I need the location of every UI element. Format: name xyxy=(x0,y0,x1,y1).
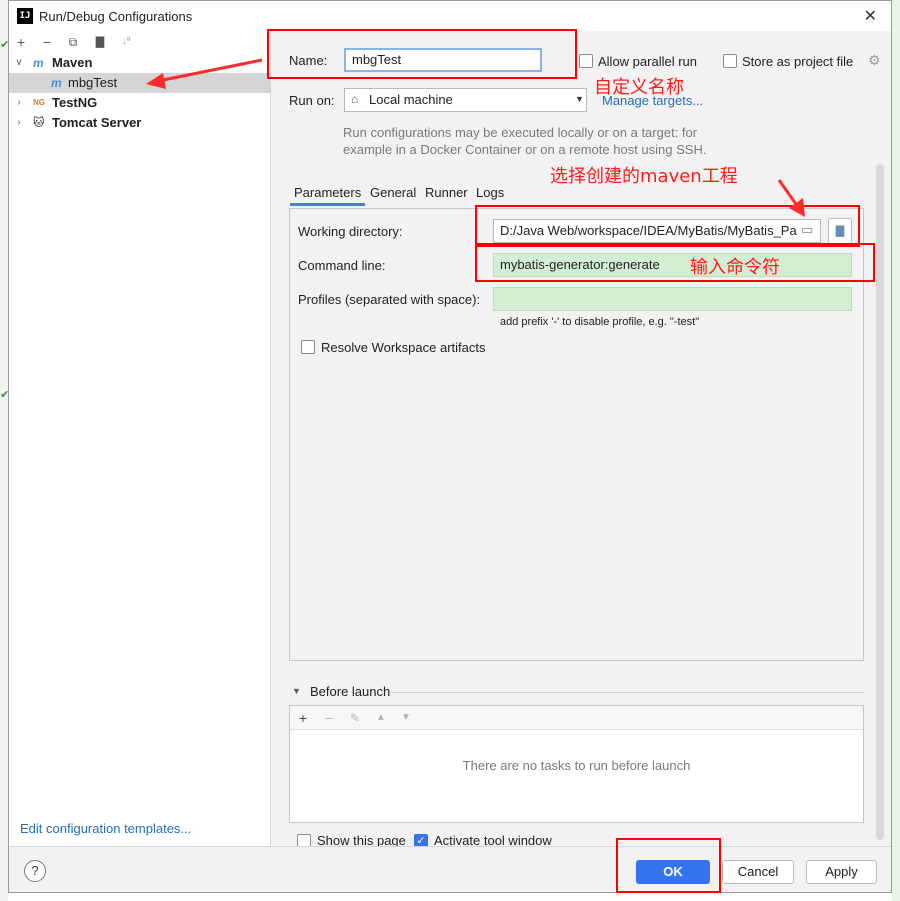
tree-item-mbgtest[interactable]: m mbgTest xyxy=(9,73,271,93)
tree-item-label: Tomcat Server xyxy=(52,115,142,130)
tab-runner[interactable]: Runner xyxy=(425,185,468,200)
window-title: Run/Debug Configurations xyxy=(39,9,193,24)
scrollbar[interactable] xyxy=(876,164,884,840)
background-right-strip xyxy=(892,0,900,901)
title-bar: IJ Run/Debug Configurations ✕ xyxy=(9,1,891,31)
add-icon[interactable]: + xyxy=(12,33,30,51)
tab-general[interactable]: General xyxy=(370,185,416,200)
gear-icon[interactable]: ⚙ xyxy=(868,52,881,69)
run-on-value: Local machine xyxy=(369,92,453,107)
tree-item-label: TestNG xyxy=(52,95,98,110)
tree-item-label: Maven xyxy=(52,55,93,70)
tree-toolbar: + − ⧉ ▇ ↓ª xyxy=(9,31,271,53)
run-on-hint: example in a Docker Container or on a re… xyxy=(343,142,707,157)
chevron-right-icon[interactable]: › xyxy=(13,113,25,133)
resolve-workspace-checkbox[interactable] xyxy=(301,340,315,354)
tree-item-testng[interactable]: › NG TestNG xyxy=(9,93,271,113)
store-project-label: Store as project file xyxy=(742,54,854,69)
tab-logs[interactable]: Logs xyxy=(476,185,504,200)
chevron-down-icon[interactable]: ∨ xyxy=(13,53,25,73)
chevron-down-icon[interactable]: ▼ xyxy=(292,686,301,696)
before-launch-title: Before launch xyxy=(310,684,391,699)
before-launch-toolbar: + − ✎ ▲ ▼ xyxy=(290,706,863,730)
before-launch-divider xyxy=(390,692,864,693)
annotation-ok-box xyxy=(616,838,721,893)
annotation-workdir-box xyxy=(475,205,860,247)
annotation-custom-name: 自定义名称 xyxy=(594,77,684,98)
maven-icon: m xyxy=(33,56,44,70)
configurations-tree-panel: + − ⧉ ▇ ↓ª ∨ m Maven m mbgTest › NG Test… xyxy=(9,31,271,846)
command-line-label: Command line: xyxy=(298,258,386,273)
tree-item-label: mbgTest xyxy=(68,75,118,90)
background-check-icon: ✔ xyxy=(0,389,10,401)
apply-button[interactable]: Apply xyxy=(806,860,877,884)
remove-icon[interactable]: − xyxy=(319,708,339,728)
tree-item-tomcat[interactable]: › 🐱 Tomcat Server xyxy=(9,113,271,133)
store-project-checkbox[interactable] xyxy=(723,54,737,68)
allow-parallel-label: Allow parallel run xyxy=(598,54,697,69)
cancel-button[interactable]: Cancel xyxy=(722,860,794,884)
allow-parallel-checkbox[interactable] xyxy=(579,54,593,68)
annotation-select-project: 选择创建的maven工程 xyxy=(550,166,738,187)
maven-icon: m xyxy=(51,76,62,90)
intellij-app-icon: IJ xyxy=(17,8,33,24)
profiles-hint: add prefix '-' to disable profile, e.g. … xyxy=(500,316,700,328)
copy-icon[interactable]: ⧉ xyxy=(64,33,82,51)
edit-templates-link[interactable]: Edit configuration templates... xyxy=(20,821,191,836)
annotation-enter-command: 输入命令符 xyxy=(690,257,780,278)
background-check-icon: ✔ xyxy=(0,39,10,51)
dialog-button-bar: ? OK Cancel Apply xyxy=(9,846,891,892)
move-down-icon[interactable]: ▼ xyxy=(396,708,416,728)
profiles-label: Profiles (separated with space): xyxy=(298,292,481,307)
edit-icon[interactable]: ✎ xyxy=(345,708,365,728)
configurations-tree: ∨ m Maven m mbgTest › NG TestNG › 🐱 Tomc… xyxy=(9,53,271,133)
chevron-down-icon[interactable]: ▼ xyxy=(575,94,584,104)
tab-parameters[interactable]: Parameters xyxy=(289,185,366,206)
testng-icon: NG xyxy=(33,98,45,107)
add-icon[interactable]: + xyxy=(293,708,313,728)
help-button[interactable]: ? xyxy=(24,860,46,882)
annotation-name-box xyxy=(267,29,577,79)
background-left-strip xyxy=(0,0,8,901)
tomcat-icon: 🐱 xyxy=(33,117,45,129)
move-up-icon[interactable]: ▲ xyxy=(371,708,391,728)
working-directory-label: Working directory: xyxy=(298,224,403,239)
close-icon[interactable]: ✕ xyxy=(864,6,877,26)
annotation-command-box xyxy=(475,243,875,282)
tree-item-maven[interactable]: ∨ m Maven xyxy=(9,53,271,73)
run-on-hint: Run configurations may be executed local… xyxy=(343,125,698,140)
run-on-label: Run on: xyxy=(289,93,335,108)
home-icon: ⌂ xyxy=(351,92,359,106)
profiles-field[interactable] xyxy=(493,287,852,311)
resolve-workspace-label: Resolve Workspace artifacts xyxy=(321,340,486,355)
run-on-select[interactable]: Local machine xyxy=(344,88,587,112)
remove-icon[interactable]: − xyxy=(38,33,56,51)
configuration-editor: Name: mbgTest Allow parallel run Store a… xyxy=(272,31,891,848)
before-launch-list: + − ✎ ▲ ▼ There are no tasks to run befo… xyxy=(289,705,864,823)
sort-icon[interactable]: ↓ª xyxy=(117,33,135,51)
run-debug-dialog: IJ Run/Debug Configurations ✕ + − ⧉ ▇ ↓ª… xyxy=(8,0,892,893)
before-launch-empty: There are no tasks to run before launch xyxy=(462,758,691,773)
new-folder-icon[interactable]: ▇ xyxy=(91,33,109,51)
chevron-right-icon[interactable]: › xyxy=(13,93,25,113)
